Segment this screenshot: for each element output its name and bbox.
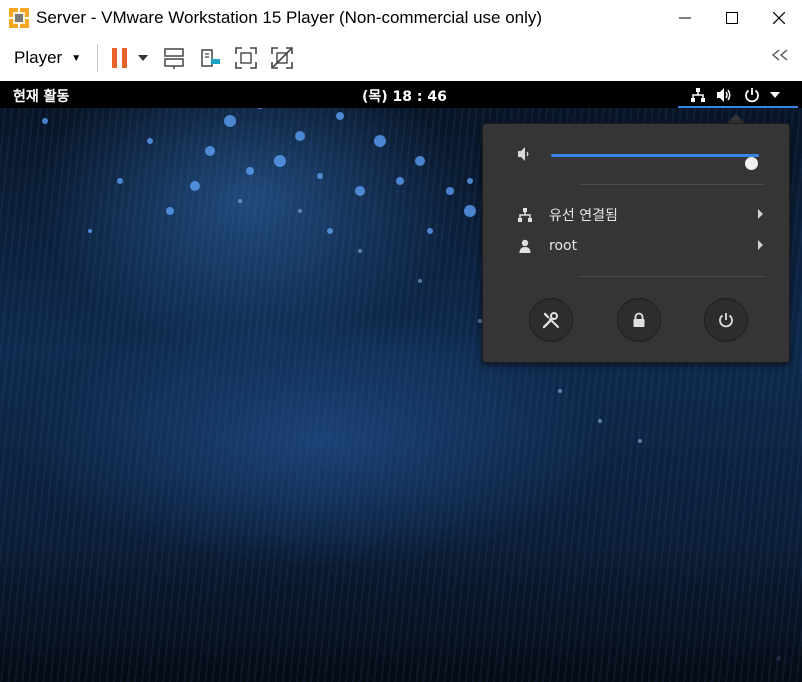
power-icon: [719, 313, 733, 328]
volume-slider-knob[interactable]: [744, 157, 758, 170]
chevron-down-icon: ▼: [71, 52, 82, 64]
gnome-top-bar: 현재 활동 (목) 18 : 46: [0, 81, 802, 108]
vmware-titlebar: Server - VMware Workstation 15 Player (N…: [0, 0, 802, 35]
player-menu-button[interactable]: Player ▼: [14, 48, 81, 68]
system-menu-popup: 유선 연결됨 root: [482, 123, 790, 363]
minimize-icon: [678, 17, 691, 18]
network-wired-icon: [690, 87, 706, 103]
lock-icon: [633, 312, 645, 327]
volume-icon: [716, 87, 734, 103]
send-ctrl-alt-del-button[interactable]: [162, 46, 186, 70]
power-icon: [744, 87, 760, 103]
settings-button[interactable]: [529, 298, 573, 342]
user-menu-label: root: [549, 238, 578, 254]
player-menu-label: Player: [14, 48, 63, 67]
window-title: Server - VMware Workstation 15 Player (N…: [36, 7, 543, 27]
wallpaper-watermark: •: [773, 649, 784, 670]
toolbar-divider: [97, 44, 99, 72]
volume-row: [517, 146, 767, 170]
clock-button[interactable]: (목) 18 : 46: [362, 86, 447, 106]
double-chevron-left-icon: [771, 49, 788, 61]
fullscreen-button[interactable]: [234, 46, 258, 70]
pause-dropdown-button[interactable]: [136, 46, 150, 70]
menu-separator: [579, 184, 765, 185]
vmware-app-icon: [9, 7, 29, 28]
unity-mode-button[interactable]: [270, 46, 294, 70]
chevron-right-icon: [758, 209, 763, 219]
user-icon: [517, 239, 533, 253]
settings-icon: [542, 312, 559, 329]
network-wired-icon: [517, 207, 533, 223]
fullscreen-icon: [235, 47, 257, 69]
chevron-down-icon: [770, 91, 780, 98]
pause-icon: [112, 48, 128, 68]
system-status-area[interactable]: [690, 83, 794, 106]
network-menu-label: 유선 연결됨: [549, 208, 618, 224]
maximize-icon: [725, 11, 738, 24]
vmware-toolbar: Player ▼: [0, 35, 802, 81]
network-menu-item[interactable]: 유선 연결됨: [517, 204, 763, 226]
menu-separator: [579, 276, 765, 277]
close-icon: [772, 11, 785, 24]
pause-button[interactable]: [108, 46, 132, 70]
network-computers-icon: [164, 48, 184, 69]
lock-screen-button[interactable]: [617, 298, 661, 342]
device-icon: [201, 49, 221, 67]
volume-slider[interactable]: [551, 154, 759, 170]
volume-muted-icon: [517, 146, 535, 166]
maximize-button[interactable]: [708, 0, 755, 35]
power-off-button[interactable]: [704, 298, 748, 342]
chevron-down-icon: [138, 55, 149, 61]
chevron-right-icon: [758, 240, 763, 250]
close-button[interactable]: [755, 0, 802, 35]
activities-button[interactable]: 현재 활동: [13, 86, 69, 106]
removable-devices-button[interactable]: [198, 46, 222, 70]
minimize-button[interactable]: [661, 0, 708, 35]
collapse-toolbar-button[interactable]: [770, 47, 790, 66]
unity-icon: [271, 47, 293, 69]
status-area-active-indicator: [678, 106, 798, 108]
user-menu-item[interactable]: root: [517, 235, 763, 257]
